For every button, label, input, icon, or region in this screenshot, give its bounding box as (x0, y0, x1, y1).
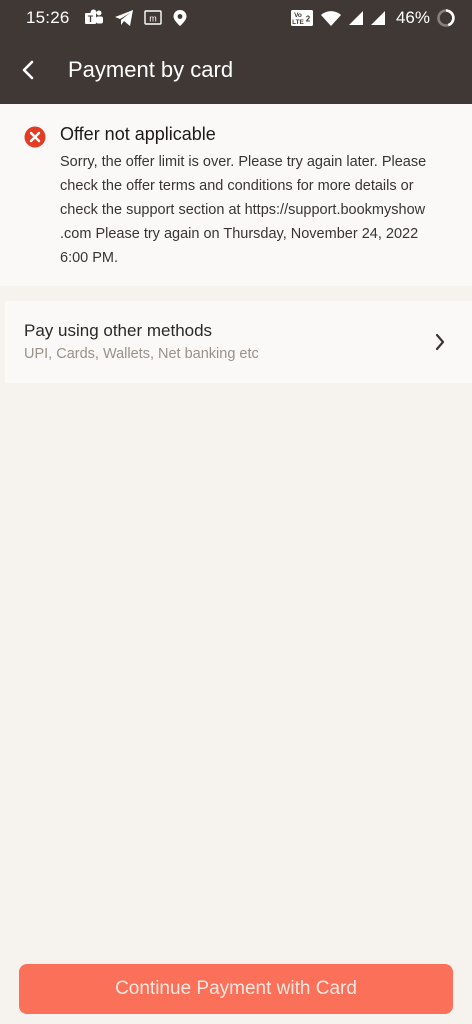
battery-percentage: 46% (395, 8, 430, 27)
svg-text:Vo: Vo (294, 12, 302, 19)
signal-icon (370, 10, 386, 26)
other-methods-subtitle: UPI, Cards, Wallets, Net banking etc (24, 346, 259, 362)
chevron-left-icon (22, 60, 34, 80)
teams-icon: T (84, 9, 104, 27)
app-bar: Payment by card (0, 36, 472, 104)
volte-icon: Vo LTE 2 (290, 9, 314, 27)
status-bar: 15:26 T m Vo LTE 2 46% (0, 0, 472, 36)
location-icon (172, 9, 188, 27)
offer-body: Sorry, the offer limit is over. Please t… (60, 154, 427, 266)
status-right: Vo LTE 2 46% (290, 8, 456, 28)
back-button[interactable] (0, 36, 56, 104)
signal-icon (348, 10, 364, 26)
page-title: Payment by card (68, 57, 234, 82)
svg-text:LTE: LTE (292, 19, 304, 26)
battery-icon (436, 8, 456, 28)
offer-text: Offer not applicable Sorry, the offer li… (60, 124, 446, 286)
other-methods-row[interactable]: Pay using other methods UPI, Cards, Wall… (5, 301, 472, 383)
svg-text:m: m (149, 14, 157, 24)
status-left: 15:26 T m (26, 8, 188, 28)
m-app-icon: m (143, 10, 162, 26)
telegram-icon (114, 9, 134, 27)
other-methods-title: Pay using other methods (24, 321, 213, 340)
svg-text:T: T (87, 14, 93, 24)
error-icon (24, 126, 46, 148)
status-time: 15:26 (26, 8, 70, 27)
chevron-right-icon (435, 333, 445, 351)
svg-text:2: 2 (306, 15, 311, 24)
offer-error-message: Offer not applicable Sorry, the offer li… (0, 104, 472, 286)
continue-payment-button[interactable]: Continue Payment with Card (19, 964, 453, 1014)
offer-title: Offer not applicable (60, 124, 216, 144)
wifi-icon (320, 9, 342, 27)
